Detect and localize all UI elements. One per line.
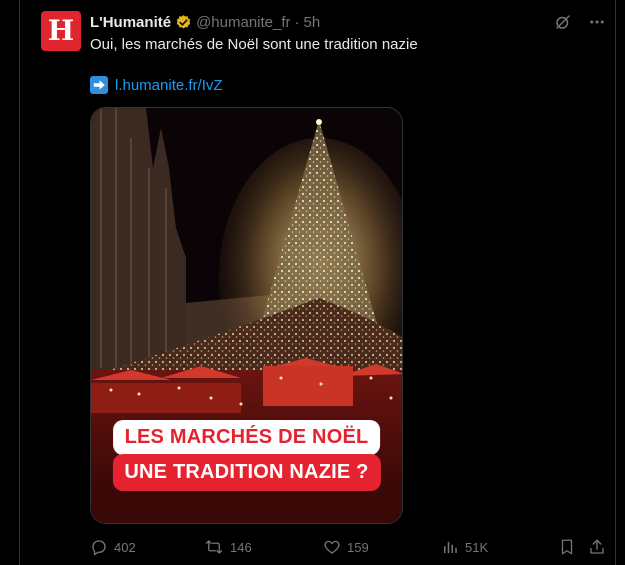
- grok-icon[interactable]: [553, 12, 573, 32]
- share-button[interactable]: [588, 538, 612, 556]
- post-text: Oui, les marchés de Noël sont une tradit…: [90, 36, 418, 53]
- repost-button[interactable]: 146: [204, 538, 252, 556]
- media-image[interactable]: LES MARCHÉS DE NOËL UNE TRADITION NAZIE …: [90, 107, 403, 524]
- author-name[interactable]: L'Humanité: [90, 14, 171, 31]
- post-link[interactable]: l.humanite.fr/IvZ: [115, 77, 223, 94]
- media-caption-line2: UNE TRADITION NAZIE ?: [112, 454, 381, 491]
- bookmark-button[interactable]: [558, 538, 582, 556]
- views-count: 51K: [465, 539, 489, 555]
- more-icon[interactable]: [587, 12, 607, 32]
- author-handle[interactable]: @humanite_fr: [196, 14, 290, 31]
- reply-button[interactable]: 402: [90, 538, 136, 556]
- like-count: 159: [347, 539, 369, 555]
- views-icon: [444, 541, 457, 553]
- reply-icon: [92, 540, 106, 556]
- media-caption-line1: LES MARCHÉS DE NOËL: [112, 420, 381, 455]
- share-icon: [590, 539, 604, 554]
- like-button[interactable]: 159: [323, 538, 369, 556]
- heart-icon: [324, 540, 340, 554]
- post-header: L'Humanité @humanite_fr · 5h: [90, 12, 320, 32]
- verified-badge-icon[interactable]: [175, 14, 192, 31]
- repost-count: 146: [230, 539, 252, 555]
- right-arrow-emoji-icon: [90, 76, 108, 94]
- post-link-row: l.humanite.fr/IvZ: [90, 76, 223, 94]
- bookmark-icon: [561, 539, 573, 555]
- separator-dot: ·: [294, 13, 300, 31]
- post-time[interactable]: 5h: [304, 14, 321, 31]
- repost-icon: [205, 540, 223, 554]
- views-button[interactable]: 51K: [441, 538, 488, 556]
- avatar[interactable]: H: [41, 11, 81, 51]
- avatar-letter: H: [47, 14, 75, 47]
- reply-count: 402: [114, 539, 136, 555]
- post-top-actions: [553, 12, 607, 32]
- post-actions-bar: 402 146 159 51K: [90, 538, 610, 558]
